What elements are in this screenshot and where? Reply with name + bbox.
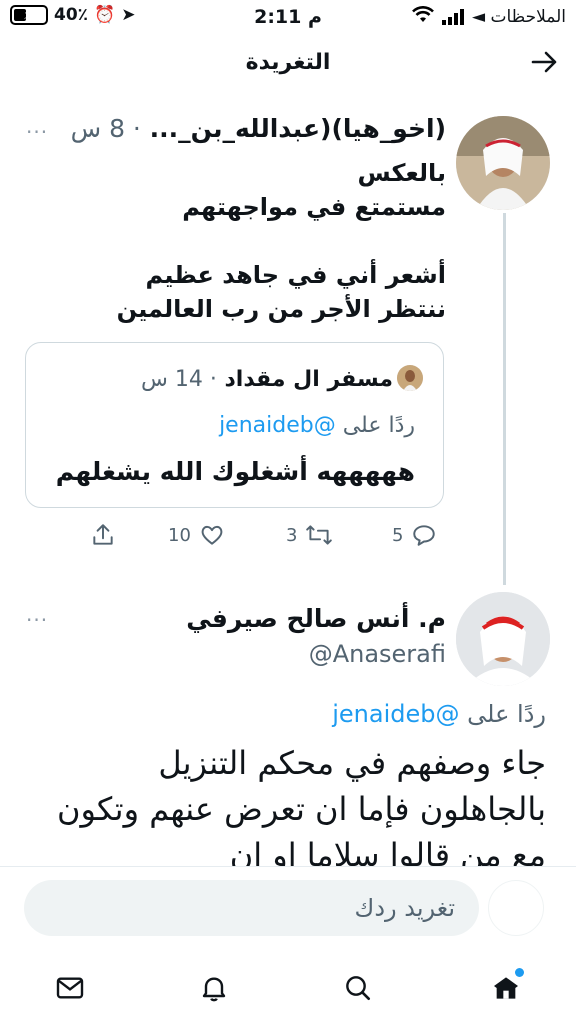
back-arrow-icon[interactable] [530,48,558,82]
tweet2-replying-to: ردًا على @jenaideb [332,700,546,728]
quote-reply-prefix: ردًا على [342,413,415,438]
like-count: 10 [168,524,191,546]
tweet2-reply-prefix: ردًا على [467,700,546,728]
tweet1-author-name[interactable]: (اخو_هيا)(عبدالله_بن_... [150,114,446,143]
tweet1-header: (اخو_هيا)(عبدالله_بن_... · 8 س [71,114,446,143]
share-button[interactable] [90,522,116,548]
tweet-header: التغريدة [0,36,576,92]
quote-header: مسفر ال مقداد · 14 س [141,367,393,392]
quote-text: هههههه أشغلوك الله يشغلهم [55,457,415,486]
like-button[interactable]: 10 [168,522,225,548]
tweet1-text-line: أشعر أني في جاهد عظيم [145,261,446,289]
back-to-app-link[interactable]: ◄ الملاحظات [472,7,566,27]
retweet-button[interactable]: 3 [286,522,333,548]
avatar-tweet2[interactable] [456,592,550,686]
nav-messages[interactable] [48,966,92,1010]
mail-icon [56,977,84,999]
tweet2-text: جاء وصفهم في محكم التنزيل بالجاهلون فإما… [56,744,546,866]
search-icon [346,976,370,1000]
quoted-tweet[interactable]: مسفر ال مقداد · 14 س ردًا على @jenaideb … [25,342,444,508]
tweet1-actions: 10 3 5 [90,522,450,552]
reply-avatar [488,880,544,936]
nav-notifications[interactable] [192,966,236,1010]
bottom-nav [0,960,576,1024]
quote-time: · 14 س [140,367,217,392]
bell-icon [202,977,226,1002]
new-content-dot [515,968,524,977]
wifi-icon [412,6,434,28]
retweet-icon [306,525,333,545]
tweet2-author-name[interactable]: م. أنس صالح صيرفي [186,604,446,633]
nav-search[interactable] [336,966,380,1010]
tweet1-time: · 8 س [70,114,141,143]
avatar-tweet1[interactable] [456,116,550,210]
status-right: ◄ الملاحظات [412,6,566,28]
comment-icon [413,525,436,546]
retweet-count: 3 [286,524,298,546]
quote-avatar [397,365,423,391]
signal-icon [442,9,464,25]
tweet1-text-line: بالعكس [357,159,446,187]
reply-button[interactable]: 5 [392,522,437,548]
quote-mention-link[interactable]: @jenaideb [219,413,336,438]
thread-line [503,213,506,585]
reply-composer[interactable] [24,880,479,936]
reply-count: 5 [392,524,404,546]
page-title: التغريدة [245,50,331,75]
reply-input[interactable] [24,880,479,936]
heart-icon [201,525,223,545]
nav-home[interactable] [484,966,528,1010]
quote-author-name: مسفر ال مقداد [224,367,393,392]
share-icon [93,524,113,545]
quote-replying-to: ردًا على @jenaideb [219,413,415,438]
more-options-icon[interactable]: ··· [26,608,48,632]
tweet1-text-line: مستمتع في مواجهتهم [182,193,446,221]
tweet2-handle[interactable]: @Anaserafi [309,640,446,668]
divider [0,866,576,867]
more-options-icon[interactable]: ··· [26,120,48,144]
tweet1-text-line: ننتظر الأجر من رب العالمين [116,295,446,323]
status-bar: ⚡ 40٪ ⏰ ➤ 2:11 م ◄ الملاحظات [0,0,576,36]
tweet2-mention-link[interactable]: @jenaideb [332,700,459,728]
